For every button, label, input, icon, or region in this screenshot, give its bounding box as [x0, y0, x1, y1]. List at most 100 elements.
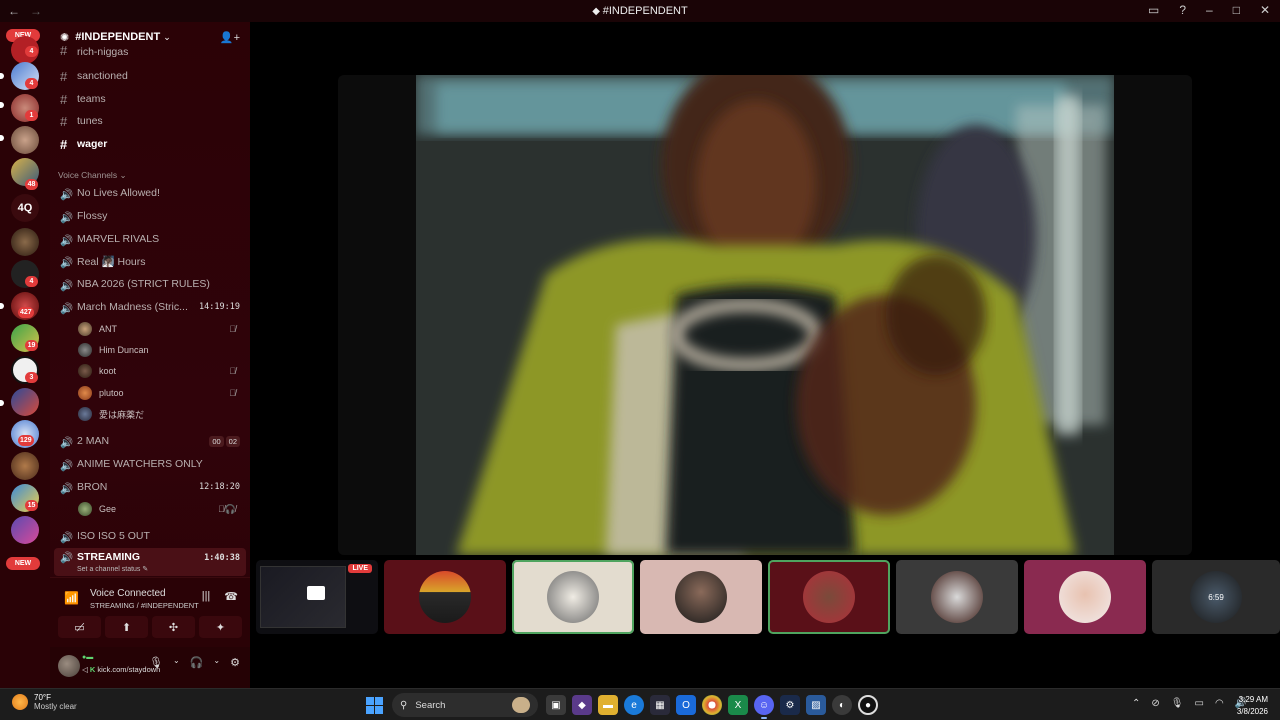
taskbar-search[interactable]: ⚲ Search: [392, 693, 538, 717]
avatar[interactable]: [58, 655, 80, 677]
voice-channel[interactable]: 🔊 Flossy: [54, 206, 246, 226]
voice-channel[interactable]: 🔊 ISO ISO 5 OUT: [54, 526, 246, 546]
settings-gear-icon[interactable]: ⚙: [230, 656, 240, 669]
microphone-icon[interactable]: 🎙: [1171, 698, 1184, 709]
participant-tile[interactable]: [384, 560, 506, 634]
edge-icon[interactable]: e: [624, 695, 644, 715]
participant-tile[interactable]: 6:59: [1152, 560, 1280, 634]
speaker-icon: ◁: [82, 665, 88, 674]
file-explorer-icon[interactable]: ▬: [598, 695, 618, 715]
avatar: [78, 407, 92, 421]
server-icon: ◆: [592, 6, 603, 17]
text-channel[interactable]: # sanctioned: [54, 66, 246, 86]
participant-tile-speaking[interactable]: [512, 560, 634, 634]
voice-channel[interactable]: 🔊 BRON 12:18:20: [54, 477, 246, 497]
text-channel[interactable]: # teams: [54, 89, 246, 109]
participant-tile[interactable]: [1024, 560, 1146, 634]
speaker-icon: 🔊: [60, 532, 74, 544]
maximize-button[interactable]: □: [1233, 3, 1240, 17]
start-icon[interactable]: [366, 697, 383, 714]
m365-icon[interactable]: ◆: [572, 695, 592, 715]
new-badge[interactable]: NEW: [6, 557, 40, 570]
signal-icon[interactable]: 📶: [64, 591, 79, 605]
minimize-button[interactable]: –: [1206, 3, 1213, 17]
voice-category[interactable]: Voice Channels ⌄: [58, 170, 127, 181]
weather-widget[interactable]: 70°F Mostly clear: [12, 693, 77, 711]
server-icon[interactable]: [11, 388, 39, 416]
inbox-icon[interactable]: ▭: [1148, 3, 1159, 17]
avatar: [78, 343, 92, 357]
excel-icon[interactable]: X: [728, 695, 748, 715]
voice-channel[interactable]: 🔊 NBA 2026 (STRICT RULES): [54, 274, 246, 294]
mention-badge: 4: [25, 78, 38, 89]
obs-icon[interactable]: ●: [858, 695, 878, 715]
taskbar-clock[interactable]: 3:29 AM 3/8/2026: [1237, 694, 1268, 718]
voice-channel[interactable]: 🔊 No Lives Allowed!: [54, 183, 246, 203]
voice-user[interactable]: Him Duncan: [78, 340, 246, 360]
voice-channel[interactable]: 🔊 ANIME WATCHERS ONLY: [54, 454, 246, 474]
server-icon[interactable]: [11, 452, 39, 480]
steam-icon[interactable]: ⚙: [780, 695, 800, 715]
speaker-icon: 🔊: [60, 552, 74, 564]
camera-off-icon: ▭̸: [74, 621, 85, 634]
close-button[interactable]: ✕: [1260, 3, 1270, 17]
voice-status[interactable]: Voice Connected: [90, 588, 166, 599]
server-icon[interactable]: [11, 516, 39, 544]
focused-stream[interactable]: [338, 75, 1192, 555]
speaker-icon: 🔊: [60, 437, 74, 449]
help-icon[interactable]: ?: [1179, 3, 1186, 17]
participant-strip: LIVE 6:59: [256, 560, 1280, 636]
server-icon[interactable]: [11, 126, 39, 154]
speaker-icon: 🔊: [60, 280, 74, 292]
microphone-icon[interactable]: 🎙: [149, 656, 163, 669]
participant-tile[interactable]: [640, 560, 762, 634]
voice-user[interactable]: ANT 🎙̸: [78, 319, 246, 339]
voice-user[interactable]: plutoo 🎙̸: [78, 383, 246, 403]
text-channel[interactable]: # rich-niggas: [54, 44, 246, 58]
text-channel-active[interactable]: # wager: [54, 134, 246, 154]
app-icon[interactable]: ◐: [832, 695, 852, 715]
camera-off-button[interactable]: ▭̸: [58, 616, 101, 638]
wifi-icon[interactable]: ◠: [1215, 698, 1224, 709]
chevron-down-icon[interactable]: ⌄: [213, 656, 220, 669]
system-tray: ⌃ ⊘ 🎙 ▭ ◠ 🔊: [1132, 698, 1247, 709]
outlook-icon[interactable]: O: [676, 695, 696, 715]
chevron-down-icon[interactable]: ⌄: [173, 656, 180, 669]
text-channel[interactable]: # tunes: [54, 111, 246, 131]
voice-user[interactable]: 愛は麻薬だ: [78, 404, 246, 424]
server-icon[interactable]: [11, 228, 39, 256]
voice-user[interactable]: koot 🎙̸: [78, 361, 246, 381]
activities-button[interactable]: ✣: [152, 616, 195, 638]
display-icon[interactable]: ▭: [1194, 698, 1203, 709]
voice-channel-connected[interactable]: 🔊 STREAMING 1:40:38 Set a channel status …: [54, 548, 246, 576]
voice-channel[interactable]: 🔊 March Madness (Stric... 14:19:19: [54, 297, 246, 317]
voice-channel[interactable]: 🔊 MARVEL RIVALS: [54, 229, 246, 249]
invite-icon[interactable]: 👤+: [220, 31, 240, 44]
soundboard-button[interactable]: ✦: [199, 616, 242, 638]
chrome-icon[interactable]: [702, 695, 722, 715]
speaker-icon: 🔊: [60, 303, 74, 315]
network-icon[interactable]: ⊘: [1151, 698, 1159, 709]
window-title: ◆ #INDEPENDENT: [592, 5, 688, 17]
stream-thumbnail[interactable]: LIVE: [256, 560, 378, 634]
voice-channel-path[interactable]: STREAMING / #INDEPENDENT: [90, 601, 199, 610]
store-icon[interactable]: ▦: [650, 695, 670, 715]
discord-icon[interactable]: ☺: [754, 695, 774, 719]
disconnect-icon[interactable]: ☎: [224, 590, 238, 603]
voice-user[interactable]: Gee 🎙̸🎧̸: [78, 499, 246, 519]
screen-share-button[interactable]: ⬆: [105, 616, 148, 638]
speaker-icon: 🔊: [60, 483, 74, 495]
participant-tile[interactable]: [896, 560, 1018, 634]
photos-icon[interactable]: ▨: [806, 695, 826, 715]
channel-status[interactable]: Set a channel status ✎: [77, 565, 148, 573]
server-icon[interactable]: 4Q: [11, 194, 39, 222]
chevron-up-icon[interactable]: ⌃: [1132, 698, 1140, 709]
deafened-icon: 🎙̸🎧̸: [218, 503, 236, 514]
headphones-icon[interactable]: 🎧: [190, 656, 204, 669]
task-view-icon[interactable]: ▣: [546, 695, 566, 715]
voice-channel[interactable]: 🔊 2 MAN 00 02: [54, 431, 246, 451]
participant-tile-speaking[interactable]: [768, 560, 890, 634]
speaker-icon: 🔊: [60, 189, 74, 201]
voice-channel[interactable]: 🔊 Real 🧖🏿 Hours: [54, 251, 246, 271]
noise-suppression-icon[interactable]: |||: [202, 590, 211, 603]
